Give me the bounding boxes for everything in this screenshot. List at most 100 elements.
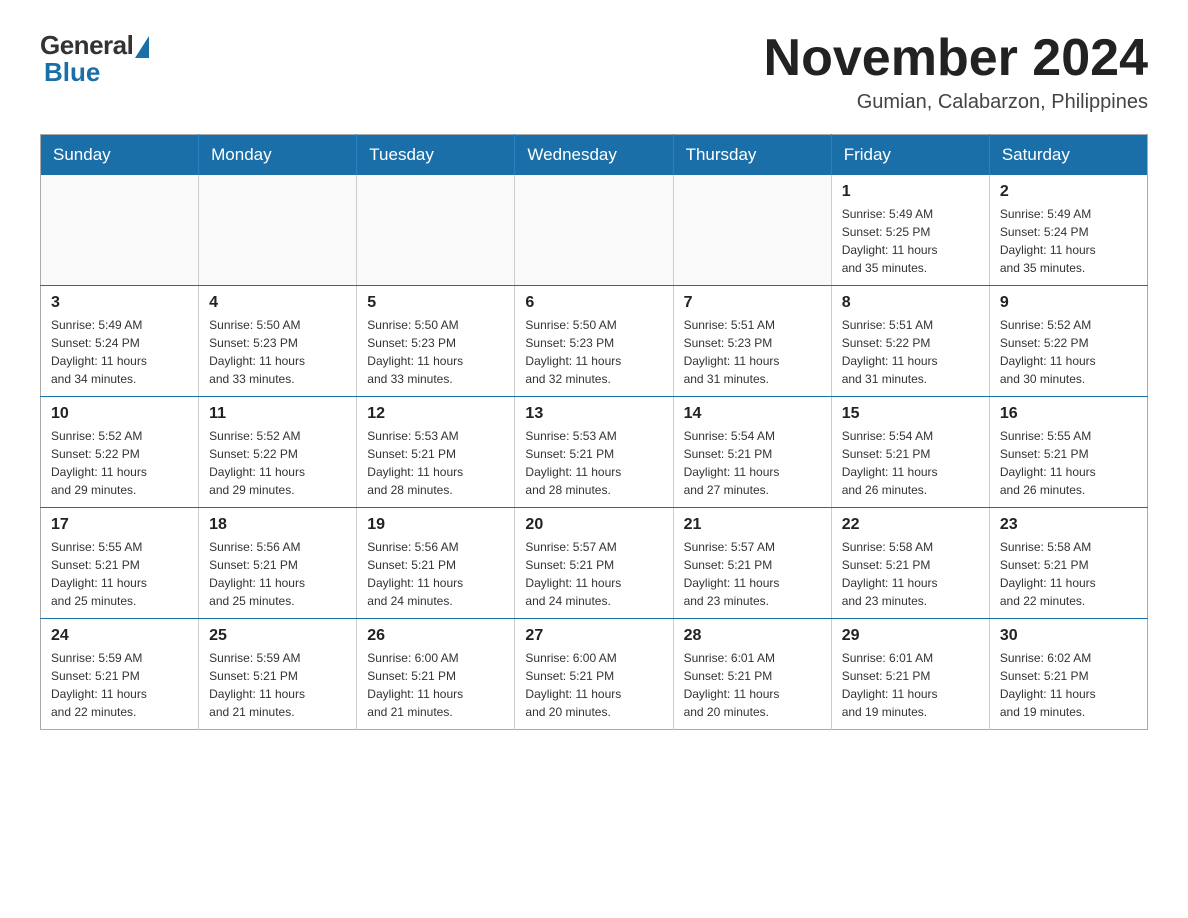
day-number: 18 xyxy=(209,516,346,534)
day-number: 10 xyxy=(51,405,188,423)
weekday-header-friday: Friday xyxy=(831,135,989,176)
logo: General Blue xyxy=(40,30,149,88)
day-info: Sunrise: 5:51 AMSunset: 5:22 PMDaylight:… xyxy=(842,316,979,388)
day-info: Sunrise: 5:54 AMSunset: 5:21 PMDaylight:… xyxy=(842,427,979,499)
day-info: Sunrise: 5:59 AMSunset: 5:21 PMDaylight:… xyxy=(51,649,188,721)
calendar-cell: 4 Sunrise: 5:50 AMSunset: 5:23 PMDaylight… xyxy=(199,286,357,397)
day-info: Sunrise: 5:50 AMSunset: 5:23 PMDaylight:… xyxy=(209,316,346,388)
day-info: Sunrise: 5:52 AMSunset: 5:22 PMDaylight:… xyxy=(1000,316,1137,388)
day-info: Sunrise: 5:49 AMSunset: 5:24 PMDaylight:… xyxy=(51,316,188,388)
day-info: Sunrise: 5:49 AMSunset: 5:24 PMDaylight:… xyxy=(1000,205,1137,277)
title-area: November 2024 Gumian, Calabarzon, Philip… xyxy=(764,30,1148,114)
week-row-2: 3 Sunrise: 5:49 AMSunset: 5:24 PMDaylight… xyxy=(41,286,1148,397)
day-number: 13 xyxy=(525,405,662,423)
calendar-cell: 7 Sunrise: 5:51 AMSunset: 5:23 PMDaylight… xyxy=(673,286,831,397)
day-info: Sunrise: 5:59 AMSunset: 5:21 PMDaylight:… xyxy=(209,649,346,721)
day-number: 26 xyxy=(367,627,504,645)
day-number: 1 xyxy=(842,183,979,201)
day-info: Sunrise: 5:58 AMSunset: 5:21 PMDaylight:… xyxy=(1000,538,1137,610)
day-number: 20 xyxy=(525,516,662,534)
day-number: 3 xyxy=(51,294,188,312)
calendar-cell: 16Sunrise: 5:55 AMSunset: 5:21 PMDayligh… xyxy=(989,397,1147,508)
calendar-cell: 28Sunrise: 6:01 AMSunset: 5:21 PMDayligh… xyxy=(673,619,831,730)
logo-triangle-icon xyxy=(135,36,149,58)
calendar-cell xyxy=(41,175,199,286)
week-row-3: 10 Sunrise: 5:52 AMSunset: 5:22 PMDayligh… xyxy=(41,397,1148,508)
day-info: Sunrise: 5:53 AMSunset: 5:21 PMDaylight:… xyxy=(525,427,662,499)
day-info: Sunrise: 5:58 AMSunset: 5:21 PMDaylight:… xyxy=(842,538,979,610)
day-number: 29 xyxy=(842,627,979,645)
calendar-cell: 25 Sunrise: 5:59 AMSunset: 5:21 PMDayligh… xyxy=(199,619,357,730)
calendar-cell: 6 Sunrise: 5:50 AMSunset: 5:23 PMDaylight… xyxy=(515,286,673,397)
day-info: Sunrise: 5:53 AMSunset: 5:21 PMDaylight:… xyxy=(367,427,504,499)
calendar-cell: 20 Sunrise: 5:57 AMSunset: 5:21 PMDayligh… xyxy=(515,508,673,619)
calendar-cell: 26 Sunrise: 6:00 AMSunset: 5:21 PMDayligh… xyxy=(357,619,515,730)
weekday-header-saturday: Saturday xyxy=(989,135,1147,176)
week-row-1: 1 Sunrise: 5:49 AMSunset: 5:25 PMDaylight… xyxy=(41,175,1148,286)
day-info: Sunrise: 5:57 AMSunset: 5:21 PMDaylight:… xyxy=(525,538,662,610)
day-number: 7 xyxy=(684,294,821,312)
calendar-cell: 3 Sunrise: 5:49 AMSunset: 5:24 PMDaylight… xyxy=(41,286,199,397)
calendar-cell xyxy=(673,175,831,286)
calendar-cell: 22 Sunrise: 5:58 AMSunset: 5:21 PMDayligh… xyxy=(831,508,989,619)
day-number: 25 xyxy=(209,627,346,645)
calendar-cell xyxy=(515,175,673,286)
day-number: 6 xyxy=(525,294,662,312)
day-info: Sunrise: 5:55 AMSunset: 5:21 PMDaylight:… xyxy=(51,538,188,610)
calendar-cell xyxy=(199,175,357,286)
calendar-cell: 15 Sunrise: 5:54 AMSunset: 5:21 PMDayligh… xyxy=(831,397,989,508)
day-number: 14 xyxy=(684,405,821,423)
calendar-cell: 17 Sunrise: 5:55 AMSunset: 5:21 PMDayligh… xyxy=(41,508,199,619)
day-info: Sunrise: 6:00 AMSunset: 5:21 PMDaylight:… xyxy=(367,649,504,721)
calendar-cell: 5 Sunrise: 5:50 AMSunset: 5:23 PMDaylight… xyxy=(357,286,515,397)
calendar-cell: 10Sunrise: 5:52 AMSunset: 5:22 PMDayligh… xyxy=(41,397,199,508)
calendar-cell: 30 Sunrise: 6:02 AMSunset: 5:21 PMDayligh… xyxy=(989,619,1147,730)
day-number: 2 xyxy=(1000,183,1137,201)
day-number: 15 xyxy=(842,405,979,423)
calendar-table: SundayMondayTuesdayWednesdayThursdayFrid… xyxy=(40,134,1148,730)
day-info: Sunrise: 5:51 AMSunset: 5:23 PMDaylight:… xyxy=(684,316,821,388)
weekday-header-tuesday: Tuesday xyxy=(357,135,515,176)
day-number: 19 xyxy=(367,516,504,534)
weekday-header-sunday: Sunday xyxy=(41,135,199,176)
day-number: 8 xyxy=(842,294,979,312)
day-info: Sunrise: 5:50 AMSunset: 5:23 PMDaylight:… xyxy=(525,316,662,388)
week-row-5: 24 Sunrise: 5:59 AMSunset: 5:21 PMDayligh… xyxy=(41,619,1148,730)
day-number: 22 xyxy=(842,516,979,534)
calendar-cell: 2 Sunrise: 5:49 AMSunset: 5:24 PMDaylight… xyxy=(989,175,1147,286)
logo-blue-text: Blue xyxy=(40,57,100,88)
day-info: Sunrise: 5:54 AMSunset: 5:21 PMDaylight:… xyxy=(684,427,821,499)
calendar-cell: 8 Sunrise: 5:51 AMSunset: 5:22 PMDaylight… xyxy=(831,286,989,397)
day-info: Sunrise: 5:52 AMSunset: 5:22 PMDaylight:… xyxy=(209,427,346,499)
day-info: Sunrise: 5:50 AMSunset: 5:23 PMDaylight:… xyxy=(367,316,504,388)
day-info: Sunrise: 5:49 AMSunset: 5:25 PMDaylight:… xyxy=(842,205,979,277)
day-number: 28 xyxy=(684,627,821,645)
header: General Blue November 2024 Gumian, Calab… xyxy=(40,30,1148,114)
calendar-cell: 14 Sunrise: 5:54 AMSunset: 5:21 PMDayligh… xyxy=(673,397,831,508)
weekday-header-row: SundayMondayTuesdayWednesdayThursdayFrid… xyxy=(41,135,1148,176)
calendar-cell: 29Sunrise: 6:01 AMSunset: 5:21 PMDayligh… xyxy=(831,619,989,730)
day-number: 17 xyxy=(51,516,188,534)
day-number: 27 xyxy=(525,627,662,645)
day-number: 21 xyxy=(684,516,821,534)
calendar-cell: 18 Sunrise: 5:56 AMSunset: 5:21 PMDayligh… xyxy=(199,508,357,619)
day-info: Sunrise: 6:02 AMSunset: 5:21 PMDaylight:… xyxy=(1000,649,1137,721)
week-row-4: 17 Sunrise: 5:55 AMSunset: 5:21 PMDayligh… xyxy=(41,508,1148,619)
day-info: Sunrise: 6:00 AMSunset: 5:21 PMDaylight:… xyxy=(525,649,662,721)
day-number: 4 xyxy=(209,294,346,312)
day-number: 16 xyxy=(1000,405,1137,423)
day-number: 9 xyxy=(1000,294,1137,312)
weekday-header-thursday: Thursday xyxy=(673,135,831,176)
calendar-cell: 19Sunrise: 5:56 AMSunset: 5:21 PMDayligh… xyxy=(357,508,515,619)
calendar-cell: 12 Sunrise: 5:53 AMSunset: 5:21 PMDayligh… xyxy=(357,397,515,508)
weekday-header-wednesday: Wednesday xyxy=(515,135,673,176)
day-number: 30 xyxy=(1000,627,1137,645)
day-number: 24 xyxy=(51,627,188,645)
day-number: 5 xyxy=(367,294,504,312)
day-number: 12 xyxy=(367,405,504,423)
weekday-header-monday: Monday xyxy=(199,135,357,176)
day-info: Sunrise: 5:57 AMSunset: 5:21 PMDaylight:… xyxy=(684,538,821,610)
calendar-cell: 24 Sunrise: 5:59 AMSunset: 5:21 PMDayligh… xyxy=(41,619,199,730)
day-info: Sunrise: 5:56 AMSunset: 5:21 PMDaylight:… xyxy=(209,538,346,610)
month-title: November 2024 xyxy=(764,30,1148,87)
